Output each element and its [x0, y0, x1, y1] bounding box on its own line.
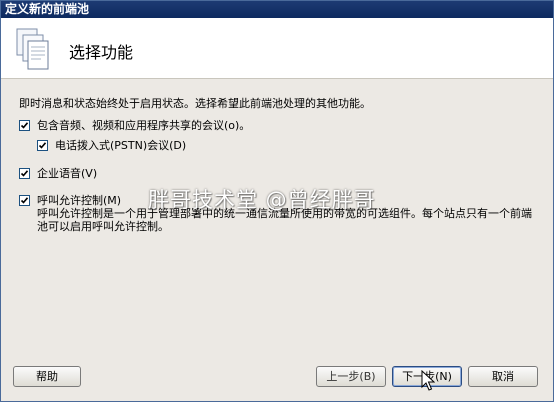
mouse-cursor-icon: [421, 370, 435, 391]
option-cac-label: 呼叫允许控制(M): [37, 194, 122, 207]
cancel-button[interactable]: 取消: [468, 366, 538, 387]
page-title: 选择功能: [69, 43, 134, 62]
wizard-header: 选择功能: [1, 18, 553, 79]
checkbox-dialin[interactable]: [37, 139, 48, 151]
checkmark-icon: [20, 121, 29, 129]
watermark: 胖哥技术堂 @曾经胖哥: [148, 188, 376, 212]
pages-icon: [16, 28, 49, 70]
description-text: 即时消息和状态始终处于启用状态。选择希望此前端池处理的其他功能。: [19, 97, 371, 110]
checkbox-enterprise-voice[interactable]: [19, 167, 30, 179]
checkmark-icon: [38, 141, 47, 149]
option-conferencing[interactable]: 包含音频、视频和应用程序共享的会议(o)。: [19, 117, 250, 133]
checkmark-icon: [20, 196, 29, 204]
option-conferencing-label: 包含音频、视频和应用程序共享的会议(o)。: [37, 119, 251, 132]
checkbox-conferencing[interactable]: [19, 119, 30, 131]
help-button[interactable]: 帮助: [13, 366, 81, 387]
checkmark-icon: [20, 169, 29, 177]
title-bar: 定义新的前端池: [1, 1, 553, 18]
wizard-window: 定义新的前端池 选择功能 即时消息和状态始终处于启用状态。选择希望此前端池处理的…: [0, 0, 554, 402]
option-enterprise-voice[interactable]: 企业语音(V): [19, 165, 97, 181]
checkbox-cac[interactable]: [19, 194, 30, 206]
option-dialin[interactable]: 电话拨入式(PSTN)会议(D): [37, 137, 186, 153]
option-cac[interactable]: 呼叫允许控制(M): [19, 192, 121, 208]
option-enterprise-voice-label: 企业语音(V): [37, 167, 98, 180]
option-dialin-label: 电话拨入式(PSTN)会议(D): [55, 139, 187, 152]
back-button[interactable]: 上一步(B): [316, 366, 386, 387]
